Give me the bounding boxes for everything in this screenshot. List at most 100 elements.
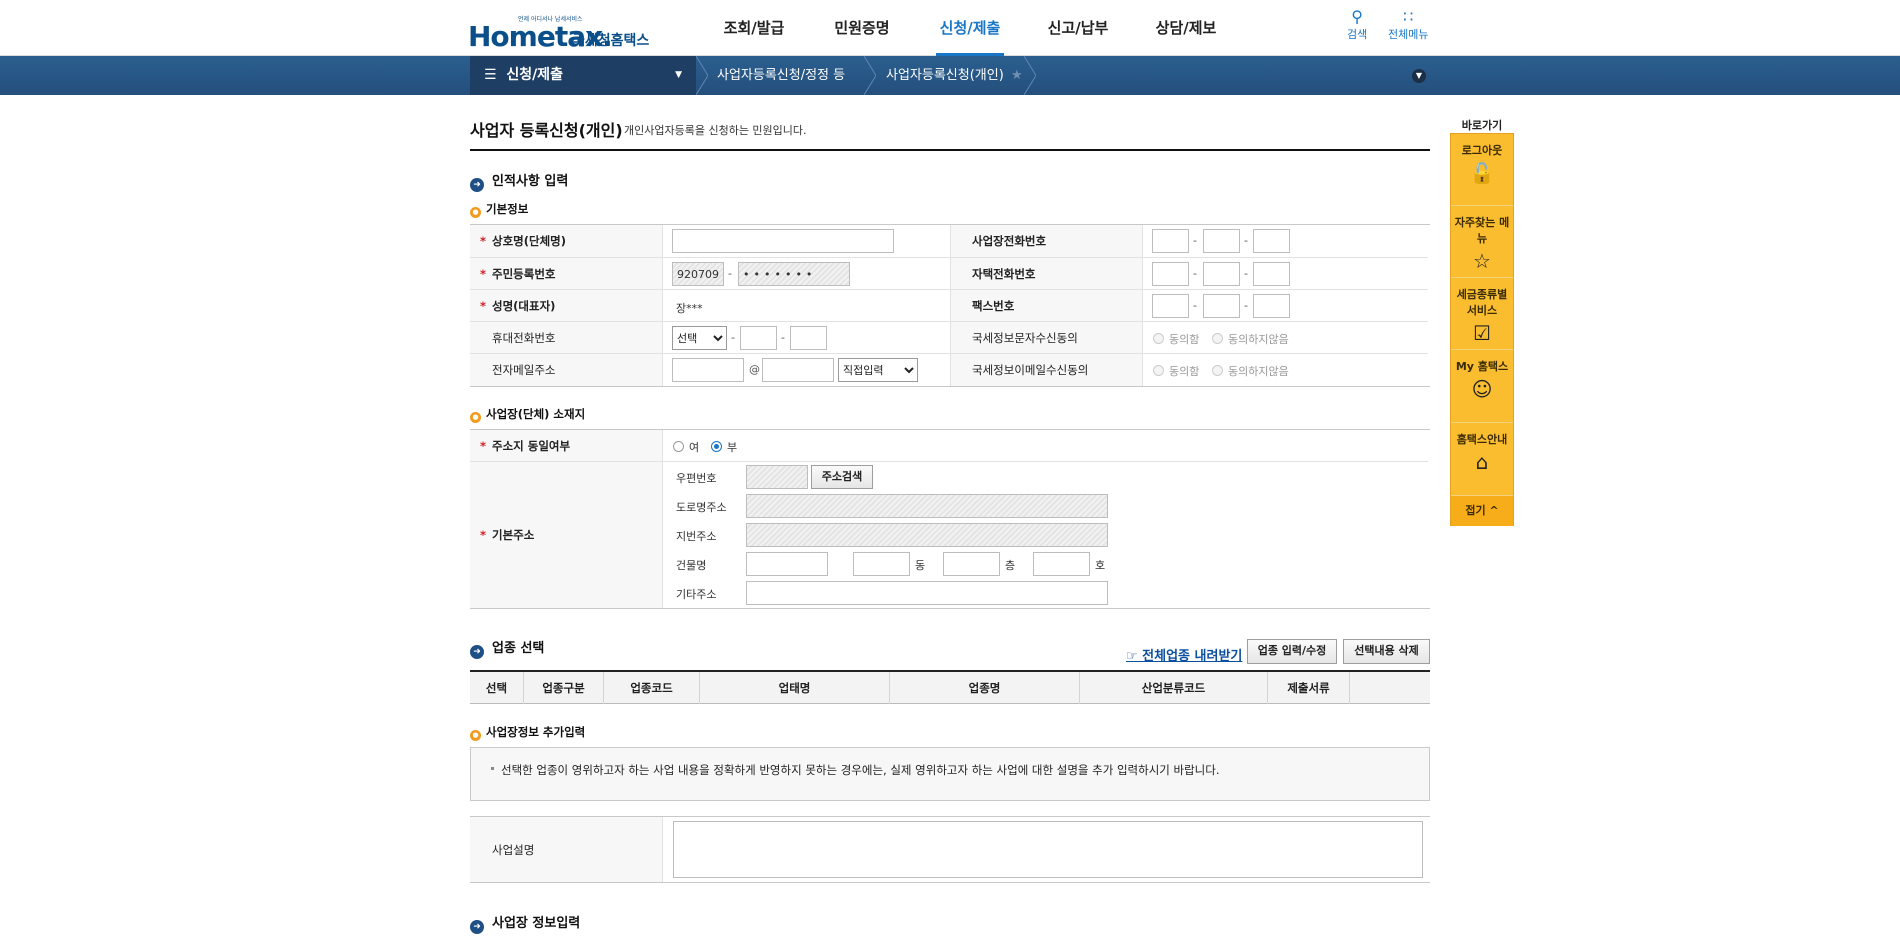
dash: - <box>781 331 785 344</box>
section-industry-heading: ➜ 업종 선택 <box>470 637 544 659</box>
mobile-2-input[interactable] <box>740 326 777 350</box>
location-expand-icon[interactable]: ▼ <box>1412 69 1426 83</box>
required-mark: * <box>480 234 487 248</box>
biz-phone-2-input[interactable] <box>1203 229 1240 253</box>
email-consent-label: 국세정보이메일수신동의 <box>972 363 1089 377</box>
arrow-circle-icon: ➜ <box>470 920 484 934</box>
trade-name-label: 상호명(단체명) <box>492 234 566 248</box>
email-id-input[interactable] <box>672 358 744 382</box>
allmenu-button[interactable]: ∷ 전체메뉴 <box>1388 8 1428 42</box>
ho-unit: 호 <box>1095 559 1106 572</box>
quick-logout[interactable]: 로그아웃 🔓 <box>1451 134 1513 206</box>
fax-2-input[interactable] <box>1203 294 1240 318</box>
basic-info-table: * 상호명(단체명) 사업장전화번호 - - * 주민등록번호 - 자택전화번호 -… <box>470 224 1430 387</box>
name-header: * 성명(대표자) <box>470 290 662 321</box>
business-description-table: 사업설명 <box>470 816 1430 883</box>
section-personal-heading: ➜ 인적사항 입력 <box>470 170 568 192</box>
building-floor-input[interactable] <box>943 552 1000 576</box>
nav-inquiry[interactable]: 조회/발급 <box>700 0 808 56</box>
subsection-basic-info: ● 기본정보 <box>470 201 528 218</box>
quick-hometax-guide-label: 홈택스안내 <box>1456 433 1508 446</box>
home-phone-3-input[interactable] <box>1253 262 1290 286</box>
sms-disagree-radio[interactable] <box>1212 333 1223 344</box>
same-address-yes-radio[interactable] <box>673 441 684 452</box>
arrow-circle-icon: ➜ <box>470 178 484 192</box>
caret-down-icon: ▼ <box>675 70 682 80</box>
download-all-industries-link[interactable]: ☞ 전체업종 내려받기 <box>1126 645 1242 664</box>
dash: - <box>1244 299 1248 312</box>
bullet-icon: ● <box>470 412 481 423</box>
location-bar: ☰ 신청/제출 ▼ 사업자등록신청/정정 등 사업자등록신청(개인) ★ ▼ <box>0 56 1900 95</box>
business-description-textarea[interactable] <box>673 821 1423 878</box>
col-type: 업종구분 <box>524 672 604 704</box>
table-row: 휴대전화번호 선택 - - 국세정보문자수신동의 동의함 동의하지않음 <box>470 321 1428 353</box>
subsection-basic-label: 기본정보 <box>486 202 529 216</box>
home-icon: ⌂ <box>1475 450 1489 474</box>
quick-hometax-guide[interactable]: 홈택스안내 ⌂ <box>1451 423 1513 496</box>
nav-consult[interactable]: 상담/제보 <box>1132 0 1240 56</box>
mobile-header: 휴대전화번호 <box>470 322 662 353</box>
industry-edit-button[interactable]: 업종 입력/수정 <box>1247 639 1337 664</box>
email-disagree-radio[interactable] <box>1212 365 1223 376</box>
trade-name-input[interactable] <box>672 229 894 253</box>
zip-label: 우편번호 <box>676 472 717 485</box>
building-ho-input[interactable] <box>1033 552 1090 576</box>
dash: - <box>1244 267 1248 280</box>
etc-address-label: 기타주소 <box>676 588 717 601</box>
email-agree-radio[interactable] <box>1153 365 1164 376</box>
location-menu[interactable]: ☰ 신청/제출 ▼ <box>470 56 696 95</box>
notice-text: 선택한 업종이 영위하고자 하는 사업 내용을 정확하게 반영하지 못하는 경우… <box>501 763 1220 777</box>
quick-tax-service[interactable]: 세금종류별 서비스 ☑ <box>1451 278 1513 350</box>
column-divider <box>1142 225 1143 386</box>
same-address-no-radio[interactable] <box>711 441 722 452</box>
biz-phone-header: 사업장전화번호 <box>950 225 1142 257</box>
mobile-prefix-select[interactable]: 선택 <box>672 326 727 350</box>
email-header: 전자메일주소 <box>470 354 662 386</box>
rrn-header: * 주민등록번호 <box>470 258 662 289</box>
grid-icon: ∷ <box>1403 7 1414 26</box>
fax-1-input[interactable] <box>1152 294 1189 318</box>
email-domain-input[interactable] <box>762 358 834 382</box>
sms-agree-radio[interactable] <box>1153 333 1164 344</box>
table-row: * 주소지 동일여부 여 부 <box>470 430 1428 461</box>
email-consent-header: 국세정보이메일수신동의 <box>950 354 1142 386</box>
biz-phone-3-input[interactable] <box>1253 229 1290 253</box>
same-address-no-label: 부 <box>727 441 738 454</box>
address-search-button[interactable]: 주소검색 <box>811 465 873 489</box>
quick-fold-button[interactable]: 접기 ^ <box>1451 496 1513 526</box>
dash: - <box>731 331 735 344</box>
etc-address-input[interactable] <box>746 581 1108 605</box>
col-documents: 제출서류 <box>1268 672 1350 704</box>
biz-phone-1-input[interactable] <box>1152 229 1189 253</box>
zip-input <box>746 465 808 489</box>
nav-report[interactable]: 신고/납부 <box>1024 0 1132 56</box>
quick-my-hometax[interactable]: My 홈택스 ☺ <box>1451 350 1513 423</box>
breadcrumb-1[interactable]: 사업자등록신청/정정 등 <box>717 56 845 95</box>
hometax-logo[interactable]: 언제 어디서나 납세서비스 Hometax. 국세청홈택스 <box>468 8 658 53</box>
quick-my-hometax-label: My 홈택스 <box>1455 360 1509 373</box>
home-phone-1-input[interactable] <box>1152 262 1189 286</box>
industry-delete-button[interactable]: 선택내용 삭제 <box>1343 639 1430 664</box>
home-phone-2-input[interactable] <box>1203 262 1240 286</box>
fax-3-input[interactable] <box>1253 294 1290 318</box>
quick-favorites-label: 자주찾는 메뉴 <box>1454 216 1510 245</box>
allmenu-label: 전체메뉴 <box>1388 28 1429 41</box>
business-description-label: 사업설명 <box>492 842 535 857</box>
sms-consent-header: 국세정보문자수신동의 <box>950 322 1142 353</box>
nav-apply[interactable]: 신청/제출 <box>916 0 1024 56</box>
building-dong-input[interactable] <box>853 552 910 576</box>
favorite-star-icon[interactable]: ★ <box>1011 56 1023 95</box>
column-divider <box>662 225 663 386</box>
same-address-label: 주소지 동일여부 <box>492 438 571 453</box>
notice-box: 선택한 업종이 영위하고자 하는 사업 내용을 정확하게 반영하지 못하는 경우… <box>470 747 1430 801</box>
subsection-address: ● 사업장(단체) 소재지 <box>470 406 585 423</box>
mobile-3-input[interactable] <box>790 326 827 350</box>
email-domain-select[interactable]: 직접입력 <box>838 358 918 382</box>
quick-favorites[interactable]: 자주찾는 메뉴 ☆ <box>1451 206 1513 278</box>
breadcrumb-2[interactable]: 사업자등록신청(개인) <box>886 56 1004 95</box>
search-button[interactable]: ⚲ 검색 <box>1347 8 1367 42</box>
main-nav: 조회/발급 민원증명 신청/제출 신고/납부 상담/제보 <box>700 0 1240 56</box>
nav-certificate[interactable]: 민원증명 <box>808 0 916 56</box>
breadcrumb-separator <box>696 56 708 95</box>
building-name-input[interactable] <box>746 552 828 576</box>
